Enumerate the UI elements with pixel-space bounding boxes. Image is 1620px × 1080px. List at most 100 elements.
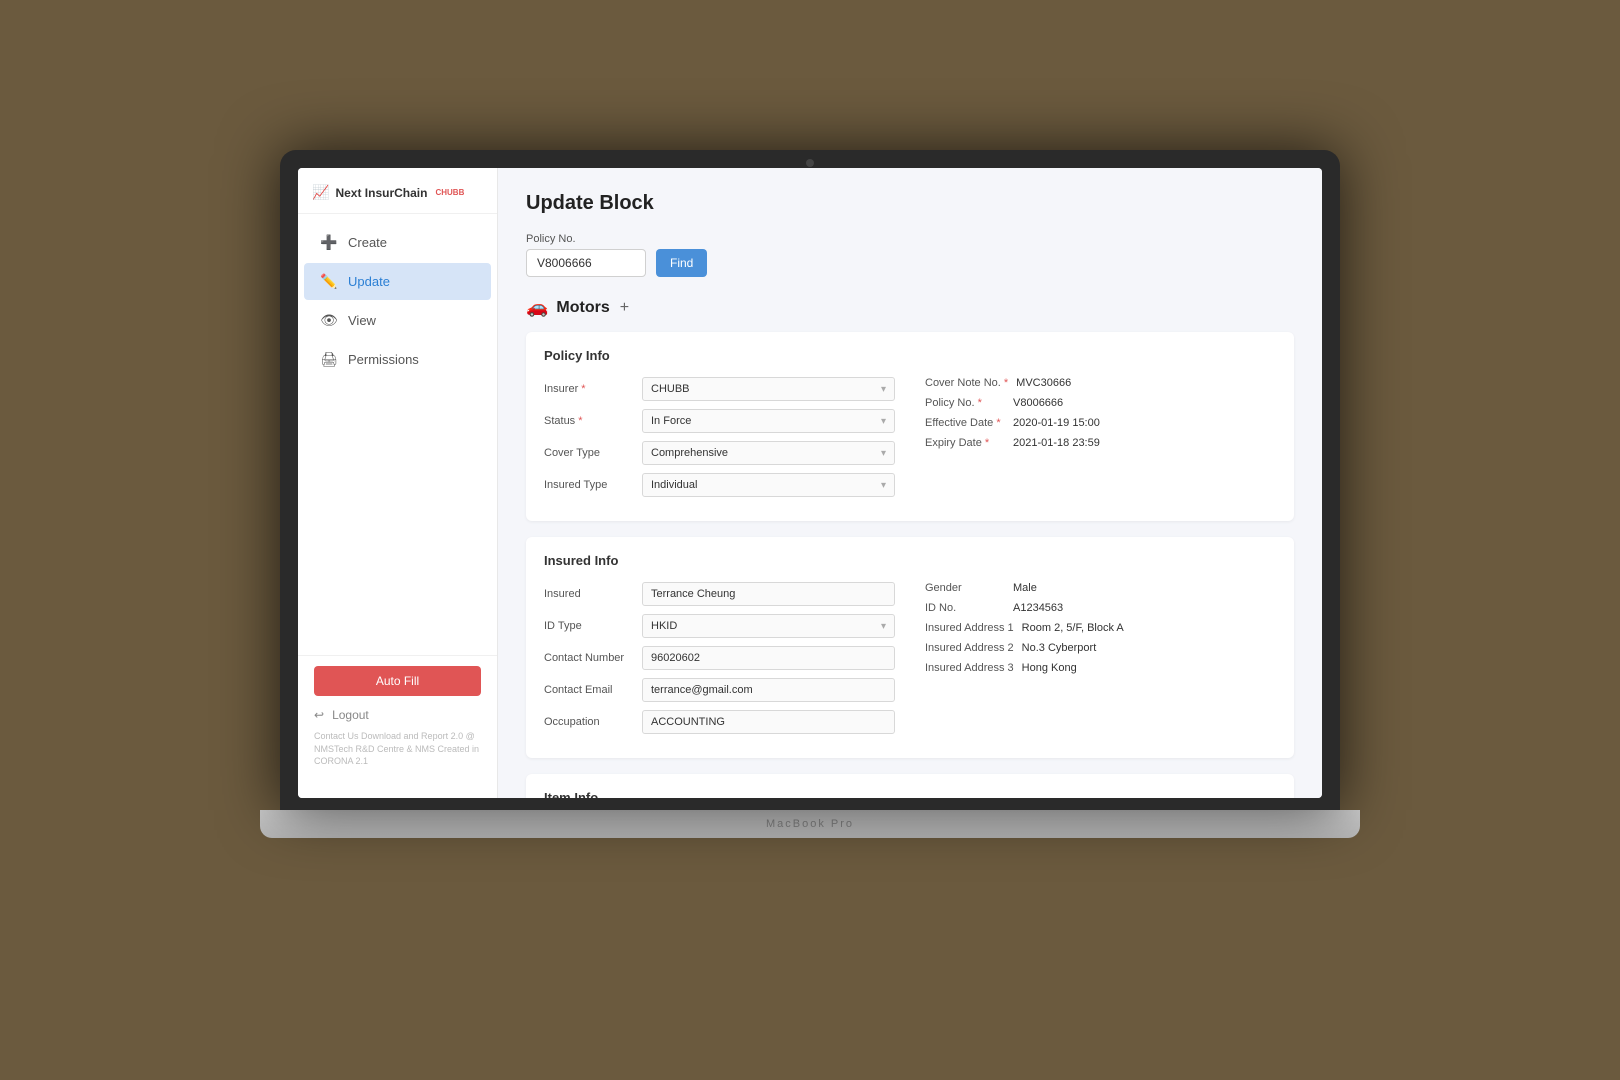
id-type-arrow: ▾ xyxy=(881,621,886,632)
main-content: Update Block Policy No. Find 🚗 Motors + xyxy=(498,168,1322,798)
expiry-date-required: * xyxy=(985,437,989,449)
cover-type-value[interactable]: Comprehensive ▾ xyxy=(642,441,895,465)
cover-note-row: Cover Note No. * MVC30666 xyxy=(925,377,1276,389)
status-value[interactable]: In Force ▾ xyxy=(642,409,895,433)
motors-section-header: 🚗 Motors + xyxy=(526,297,1294,318)
insured-row: Insured xyxy=(544,582,895,606)
policy-info-form: Insurer * CHUBB ▾ Status * In Forc xyxy=(544,377,1276,505)
laptop-shell: 📈 Next InsurChain CHUBB ➕ Create ✏️ Upda… xyxy=(260,150,1360,930)
insured-address-2-row: Insured Address 2 No.3 Cyberport xyxy=(925,642,1276,654)
auto-fill-button[interactable]: Auto Fill xyxy=(314,666,481,696)
insurer-value[interactable]: CHUBB ▾ xyxy=(642,377,895,401)
cover-type-row: Cover Type Comprehensive ▾ xyxy=(544,441,895,465)
insured-info-left: Insured ID Type HKID ▾ xyxy=(544,582,895,742)
sidebar-item-view[interactable]: 👁 View xyxy=(304,302,491,339)
insured-type-arrow: ▾ xyxy=(881,480,886,491)
status-required: * xyxy=(578,415,582,427)
logo-badge: CHUBB xyxy=(435,188,464,197)
gender-label: Gender xyxy=(925,582,1005,594)
expiry-date-row: Expiry Date * 2021-01-18 23:59 xyxy=(925,437,1276,449)
insured-address-3-value: Hong Kong xyxy=(1022,662,1077,674)
insured-type-row: Insured Type Individual ▾ xyxy=(544,473,895,497)
insured-label: Insured xyxy=(544,588,634,600)
policy-search-row: Policy No. Find xyxy=(526,233,1294,277)
sidebar-nav: ➕ Create ✏️ Update 👁 View 🖨 Permissions xyxy=(298,214,497,655)
sidebar-item-create[interactable]: ➕ Create xyxy=(304,224,491,261)
policy-no-label: Policy No. xyxy=(526,233,646,245)
id-type-label: ID Type xyxy=(544,620,634,632)
contact-number-label: Contact Number xyxy=(544,652,634,664)
insured-address-1-row: Insured Address 1 Room 2, 5/F, Block A xyxy=(925,622,1276,634)
create-icon: ➕ xyxy=(320,234,338,251)
status-text: In Force xyxy=(651,415,691,427)
policy-info-title: Policy Info xyxy=(544,348,1276,363)
id-no-row: ID No. A1234563 xyxy=(925,602,1276,614)
policy-no-input[interactable] xyxy=(526,249,646,277)
contact-email-row: Contact Email xyxy=(544,678,895,702)
motors-add-icon[interactable]: + xyxy=(620,299,629,317)
page-title: Update Block xyxy=(526,192,1294,215)
cover-note-value: MVC30666 xyxy=(1016,377,1071,389)
sidebar-item-create-label: Create xyxy=(348,235,387,250)
view-icon: 👁 xyxy=(320,312,338,329)
laptop-brand: MacBook Pro xyxy=(766,818,854,830)
logout-icon: ↩ xyxy=(314,708,324,722)
id-type-value[interactable]: HKID ▾ xyxy=(642,614,895,638)
laptop-screen: 📈 Next InsurChain CHUBB ➕ Create ✏️ Upda… xyxy=(298,168,1322,798)
cover-type-text: Comprehensive xyxy=(651,447,728,459)
insurer-required: * xyxy=(581,383,585,395)
policy-no-field-group: Policy No. xyxy=(526,233,646,277)
cover-type-label: Cover Type xyxy=(544,447,634,459)
logo-icon: 📈 xyxy=(312,184,329,201)
screen-bezel: 📈 Next InsurChain CHUBB ➕ Create ✏️ Upda… xyxy=(280,150,1340,810)
item-info-card: Item Info xyxy=(526,774,1294,798)
expiry-date-label: Expiry Date * xyxy=(925,437,1005,449)
sidebar-item-view-label: View xyxy=(348,313,376,328)
camera xyxy=(806,159,814,167)
id-type-row: ID Type HKID ▾ xyxy=(544,614,895,638)
sidebar-logo: 📈 Next InsurChain CHUBB xyxy=(298,168,497,214)
contact-email-input[interactable] xyxy=(642,678,895,702)
occupation-input[interactable] xyxy=(642,710,895,734)
contact-number-row: Contact Number xyxy=(544,646,895,670)
effective-date-label: Effective Date * xyxy=(925,417,1005,429)
insurer-arrow: ▾ xyxy=(881,384,886,395)
laptop-base: MacBook Pro xyxy=(260,810,1360,838)
effective-date-value: 2020-01-19 15:00 xyxy=(1013,417,1100,429)
policy-no-right-row: Policy No. * V8006666 xyxy=(925,397,1276,409)
sidebar: 📈 Next InsurChain CHUBB ➕ Create ✏️ Upda… xyxy=(298,168,498,798)
sidebar-item-update[interactable]: ✏️ Update xyxy=(304,263,491,300)
insurer-text: CHUBB xyxy=(651,383,690,395)
insured-type-value[interactable]: Individual ▾ xyxy=(642,473,895,497)
sidebar-item-permissions[interactable]: 🖨 Permissions xyxy=(304,341,491,378)
status-arrow: ▾ xyxy=(881,416,886,427)
insured-type-label: Insured Type xyxy=(544,479,634,491)
permissions-icon: 🖨 xyxy=(320,351,338,368)
item-info-title: Item Info xyxy=(544,790,1276,798)
insured-address-3-label: Insured Address 3 xyxy=(925,662,1014,674)
insured-input[interactable] xyxy=(642,582,895,606)
contact-number-input[interactable] xyxy=(642,646,895,670)
id-no-label: ID No. xyxy=(925,602,1005,614)
insured-address-1-label: Insured Address 1 xyxy=(925,622,1014,634)
find-button[interactable]: Find xyxy=(656,249,707,277)
status-label: Status * xyxy=(544,415,634,427)
logout-item[interactable]: ↩ Logout xyxy=(314,708,481,722)
gender-value: Male xyxy=(1013,582,1037,594)
insured-info-title: Insured Info xyxy=(544,553,1276,568)
sidebar-footer: Auto Fill ↩ Logout Contact Us Download a… xyxy=(298,655,497,778)
cover-note-label: Cover Note No. * xyxy=(925,377,1008,389)
sidebar-item-update-label: Update xyxy=(348,274,390,289)
gender-row: Gender Male xyxy=(925,582,1276,594)
policy-no-right-label: Policy No. * xyxy=(925,397,1005,409)
contact-email-label: Contact Email xyxy=(544,684,634,696)
expiry-date-value: 2021-01-18 23:59 xyxy=(1013,437,1100,449)
insured-address-2-label: Insured Address 2 xyxy=(925,642,1014,654)
occupation-row: Occupation xyxy=(544,710,895,734)
insured-type-text: Individual xyxy=(651,479,697,491)
motors-icon: 🚗 xyxy=(526,297,548,318)
insured-info-right: Gender Male ID No. A1234563 Insured Addr… xyxy=(925,582,1276,742)
cover-type-arrow: ▾ xyxy=(881,448,886,459)
logo-text: Next InsurChain xyxy=(335,186,427,200)
status-row: Status * In Force ▾ xyxy=(544,409,895,433)
